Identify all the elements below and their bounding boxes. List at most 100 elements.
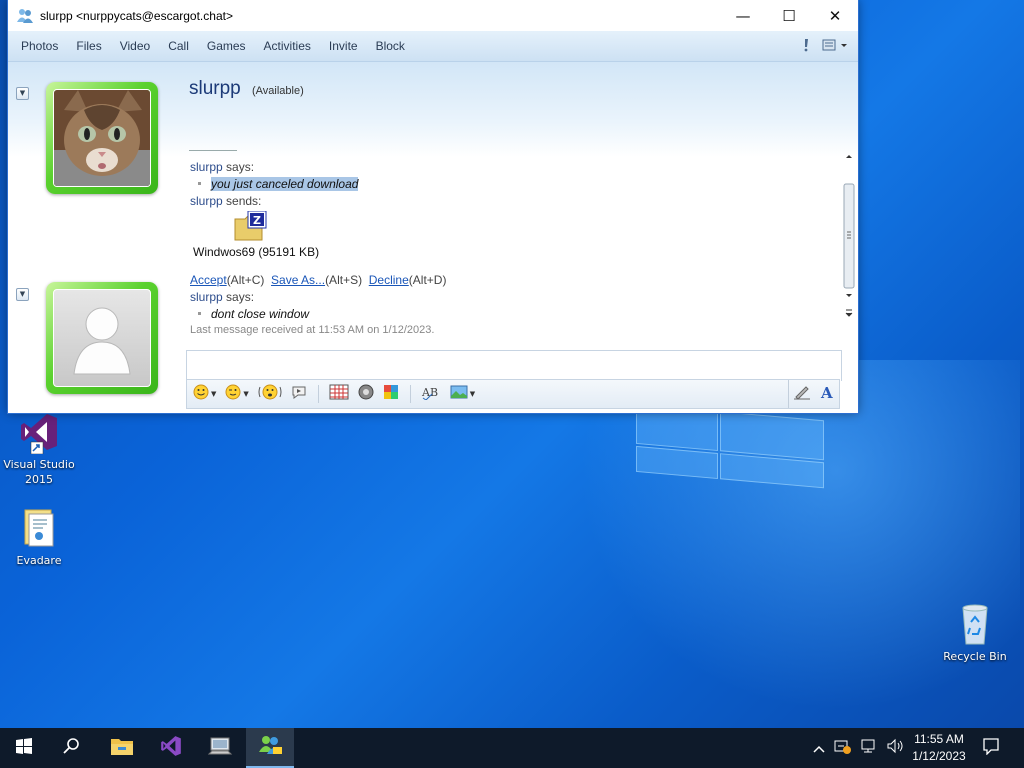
- messenger-buddy-icon: [16, 7, 34, 25]
- desktop-icon-visual-studio[interactable]: Visual Studio 2015: [1, 410, 77, 487]
- desktop-icon-label: Recycle Bin: [943, 650, 1007, 663]
- emoticon-button[interactable]: ▼: [193, 384, 216, 404]
- nudge-face-icon: [258, 384, 282, 404]
- bullet-icon: [198, 311, 201, 315]
- decline-link[interactable]: Decline: [369, 273, 409, 287]
- accept-link[interactable]: Accept: [190, 273, 227, 287]
- file-transfer-icon[interactable]: Z: [234, 210, 268, 244]
- toolbar-separator: [409, 385, 411, 403]
- menu-files[interactable]: Files: [67, 39, 110, 53]
- menu-activities[interactable]: Activities: [255, 39, 320, 53]
- message-text: you just canceled download: [211, 177, 359, 191]
- background-button[interactable]: [329, 384, 349, 404]
- taskbar-visual-studio[interactable]: [147, 728, 195, 768]
- start-icon: [16, 738, 32, 758]
- wink-button[interactable]: ▼: [225, 384, 249, 404]
- menu-call[interactable]: Call: [159, 39, 198, 53]
- desktop-icon-evadare[interactable]: Evadare: [1, 506, 77, 568]
- clock-time: 11:55 AM: [914, 732, 964, 746]
- desktop-icon-recycle-bin[interactable]: Recycle Bin: [937, 602, 1013, 664]
- voice-clip-button[interactable]: [291, 384, 307, 404]
- decline-shortcut: (Alt+D): [408, 273, 447, 287]
- format-toolbar: ▼ ▼ AB ▼ A: [186, 379, 840, 409]
- menu-video[interactable]: Video: [111, 39, 159, 53]
- sender-name: slurpp: [190, 160, 223, 174]
- nudge-icon[interactable]: [802, 37, 810, 56]
- collapse-my-pic-button[interactable]: ▼: [16, 288, 29, 301]
- picture-icon: [450, 384, 468, 404]
- pen-icon: [793, 384, 811, 404]
- desktop-light-glow: [560, 360, 1020, 730]
- activities-button[interactable]: [383, 384, 399, 404]
- recycle-bin-icon: [955, 602, 995, 646]
- svg-text:A: A: [820, 384, 833, 400]
- contact-avatar: [46, 82, 158, 194]
- search-icon: [63, 737, 81, 759]
- taskbar: 11:55 AM 1/12/2023: [0, 728, 1024, 768]
- accept-shortcut: (Alt+C): [226, 273, 265, 287]
- my-avatar: [46, 282, 158, 394]
- chevron-down-icon: ▼: [243, 390, 249, 398]
- notification-icon: [982, 737, 1000, 759]
- save-as-shortcut: (Alt+S): [325, 273, 363, 287]
- chat-window: slurpp <nurppycats@escargot.chat> — ☐ ✕ …: [8, 0, 858, 413]
- maximize-icon: ☐: [782, 6, 796, 25]
- speaker-icon: [358, 384, 374, 404]
- grid-icon: [329, 384, 349, 404]
- clock-date: 1/12/2023: [912, 749, 966, 763]
- collapse-contact-pic-button[interactable]: ▼: [16, 87, 29, 100]
- message-text: dont close window: [211, 307, 310, 321]
- minimize-icon: —: [735, 6, 751, 25]
- conversation-scrollbar[interactable]: [843, 150, 855, 322]
- sender-verb: sends:: [226, 194, 262, 208]
- network-icon[interactable]: [860, 738, 878, 758]
- taskbar-file-explorer[interactable]: [98, 728, 146, 768]
- menu-invite[interactable]: Invite: [320, 39, 367, 53]
- chevron-down-icon: ▼: [469, 390, 476, 398]
- default-user-picture: [53, 289, 151, 387]
- nudge-button[interactable]: [258, 384, 282, 404]
- close-icon: ✕: [828, 6, 842, 25]
- visual-studio-icon: [159, 734, 183, 762]
- menu-games[interactable]: Games: [198, 39, 255, 53]
- options-menu-icon[interactable]: [822, 37, 848, 56]
- text-mode-button[interactable]: A: [819, 384, 835, 404]
- contact-status: (Available): [252, 85, 304, 97]
- sender-verb: says:: [226, 160, 255, 174]
- action-center-warning-icon[interactable]: [834, 738, 852, 758]
- taskbar-this-pc[interactable]: [197, 728, 245, 768]
- menu-block[interactable]: Block: [367, 39, 414, 53]
- maximize-button[interactable]: ☐: [766, 0, 812, 31]
- handwriting-button[interactable]: [788, 380, 815, 408]
- notifications-button[interactable]: [968, 728, 1014, 768]
- taskbar-messenger[interactable]: [246, 728, 294, 768]
- spell-check-icon: AB: [421, 384, 441, 404]
- menu-bar: Photos Files Video Call Games Activities…: [8, 31, 858, 62]
- chevron-down-icon: ▼: [211, 390, 217, 398]
- message-input[interactable]: [186, 350, 842, 381]
- send-picture-button[interactable]: ▼: [450, 384, 475, 404]
- svg-text:Z: Z: [253, 214, 261, 227]
- desktop-icon-label: Visual Studio 2015: [3, 458, 75, 486]
- sender-name: slurpp: [190, 290, 223, 304]
- computer-icon: [207, 735, 234, 761]
- sender-name: slurpp: [190, 194, 223, 208]
- sound-button[interactable]: [358, 384, 374, 404]
- search-button[interactable]: [48, 728, 96, 768]
- wink-icon: [225, 384, 241, 404]
- start-button[interactable]: [0, 728, 48, 768]
- font-button[interactable]: AB: [421, 384, 441, 404]
- save-as-link[interactable]: Save As...: [271, 273, 325, 287]
- window-title: slurpp <nurppycats@escargot.chat>: [40, 8, 233, 23]
- toolbar-separator: [317, 385, 319, 403]
- minimize-button[interactable]: —: [720, 0, 766, 31]
- menu-photos[interactable]: Photos: [12, 39, 67, 53]
- puzzle-icon: [383, 384, 399, 404]
- chevron-up-icon[interactable]: [812, 739, 826, 758]
- close-button[interactable]: ✕: [812, 0, 858, 31]
- kitten-photo: [53, 89, 151, 187]
- last-received-status: Last message received at 11:53 AM on 1/1…: [190, 324, 435, 336]
- sender-verb: says:: [226, 290, 255, 304]
- conversation-area: ▼ slurpp (Available) slurpp says: you ju…: [8, 62, 858, 413]
- clock[interactable]: 11:55 AM 1/12/2023: [900, 731, 978, 765]
